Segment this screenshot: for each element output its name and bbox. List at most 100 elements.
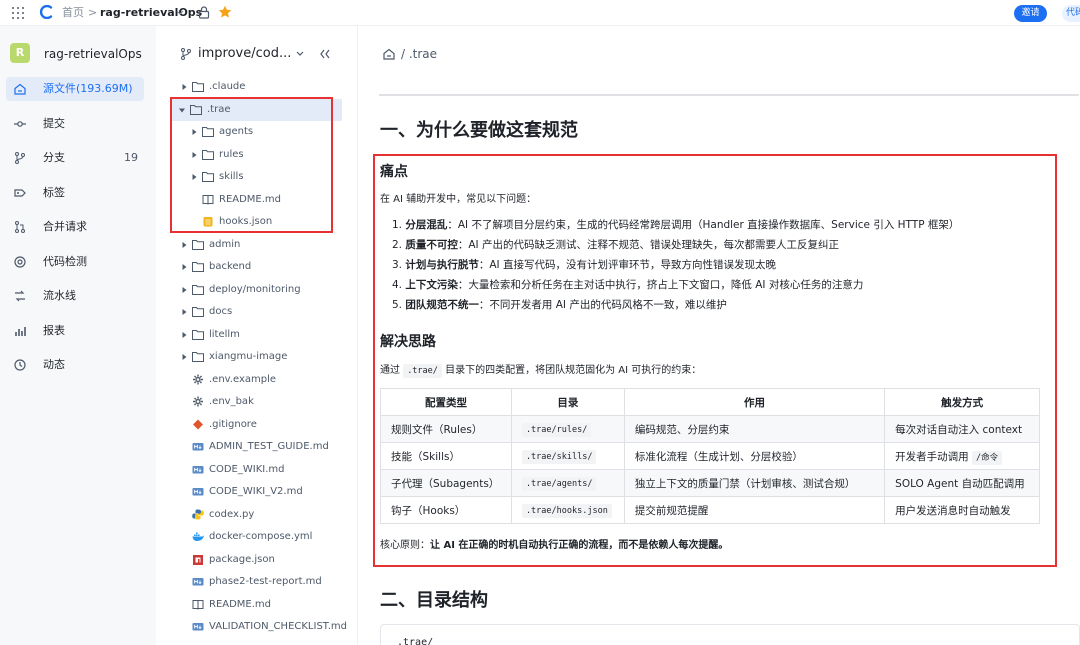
tree-folder[interactable]: xiangmu-image <box>172 346 342 368</box>
pain-item: 4. 上下文污染：大量检索和分析任务在主对话中执行，挤占上下文窗口，降低 AI … <box>392 279 864 291</box>
code-button[interactable]: 代码 <box>1062 5 1080 22</box>
merge-request-icon <box>15 221 25 233</box>
home-icon[interactable] <box>383 48 395 60</box>
tree-item-label: CODE_WIKI.md <box>209 463 285 475</box>
report-icon <box>15 327 26 336</box>
brand-logo-icon[interactable] <box>40 5 54 19</box>
project-name: rag-retrievalOps <box>44 47 142 61</box>
tree-item-label: .env.example <box>209 373 277 385</box>
chevron-down-icon <box>296 51 304 56</box>
nav-item-commits[interactable]: 提交 <box>6 112 144 136</box>
tree-folder[interactable]: docs <box>172 301 342 323</box>
tree-file[interactable]: CODE_WIKI_V2.md <box>172 481 342 503</box>
star-icon[interactable] <box>218 5 232 19</box>
git-icon <box>193 419 203 429</box>
tree-file[interactable]: .env.example <box>172 369 342 391</box>
tree-file[interactable]: hooks.json <box>172 211 342 233</box>
nav-item-code-scan[interactable]: 代码检测 <box>6 250 144 274</box>
tree-file[interactable]: README.md <box>172 189 342 211</box>
table-row: 钩子（Hooks） .trae/hooks.json 提交前规范提醒 用户发送消… <box>380 496 1040 524</box>
code-line: .trae/ <box>397 637 434 645</box>
caret-right-icon[interactable] <box>180 263 188 271</box>
caret-right-icon[interactable] <box>190 151 198 159</box>
tree-item-label: package.json <box>209 553 275 565</box>
tree-file[interactable]: ADMIN_TEST_GUIDE.md <box>172 436 342 458</box>
tree-file[interactable]: docker-compose.yml <box>172 526 342 548</box>
breadcrumb-separator: > <box>88 6 98 19</box>
table-cell: 编码规范、分层约束 <box>623 415 886 443</box>
nav-item-pipeline[interactable]: 流水线 <box>6 284 144 308</box>
tree-folder[interactable]: admin <box>172 234 342 256</box>
nav-item-label: 报表 <box>43 324 65 337</box>
breadcrumb-repo[interactable]: rag-retrievalOps <box>100 0 202 26</box>
nav-item-source-files[interactable]: 源文件(193.69M) <box>6 77 144 101</box>
chevron-down-icon[interactable] <box>176 10 184 16</box>
tree-file[interactable]: .env_bak <box>172 391 342 413</box>
tree-file[interactable]: CODE_WIKI.md <box>172 459 342 481</box>
tree-item-label: deploy/monitoring <box>209 283 301 295</box>
section-title-structure: 二、目录结构 <box>380 590 488 611</box>
apps-grid-icon[interactable] <box>12 7 24 19</box>
caret-right-icon[interactable] <box>180 353 188 361</box>
home-icon <box>14 83 26 95</box>
tree-item-label: .trae <box>207 103 231 115</box>
folder-icon <box>192 352 204 362</box>
collapse-panel-icon[interactable] <box>320 49 330 59</box>
markdown-icon <box>192 488 204 496</box>
tree-folder[interactable]: .trae <box>170 98 342 121</box>
tree-item-label: docker-compose.yml <box>209 531 313 542</box>
tree-file[interactable]: phase2-test-report.md <box>172 571 342 593</box>
tree-folder[interactable]: deploy/monitoring <box>172 279 342 301</box>
tree-item-label: admin <box>209 238 241 250</box>
markdown-icon <box>192 623 204 631</box>
tree-folder[interactable]: rules <box>172 144 342 166</box>
table-cell: 技能（Skills） <box>380 442 512 470</box>
caret-right-icon[interactable] <box>190 173 198 181</box>
nav-item-tags[interactable]: 标签 <box>6 181 144 205</box>
table-cell: 开发者手动调用 /命令 <box>884 442 1040 470</box>
table-cell: 提交前规范提醒 <box>623 496 886 524</box>
caret-right-icon[interactable] <box>180 83 188 91</box>
invite-button[interactable]: 邀请 <box>1014 5 1047 22</box>
tree-item-label: codex.py <box>209 508 255 520</box>
table-cell: 钩子（Hooks） <box>380 496 512 524</box>
tree-file[interactable]: VALIDATION_CHECKLIST.md <box>172 616 347 638</box>
python-icon <box>192 509 204 519</box>
tree-item-label: agents <box>219 126 254 137</box>
breadcrumb-home[interactable]: 首页 <box>62 0 84 26</box>
caret-right-icon[interactable] <box>180 308 188 316</box>
tree-folder[interactable]: .claude <box>172 76 342 98</box>
caret-right-icon[interactable] <box>190 128 198 136</box>
core-principle: 核心原则：让 AI 在正确的时机自动执行正确的流程，而不是依赖人每次提醒。 <box>380 540 729 551</box>
tree-folder[interactable]: skills <box>172 166 342 188</box>
table-header: 触发方式 <box>884 388 1040 416</box>
top-bar: 首页 > rag-retrievalOps 邀请 代码 <box>0 0 1080 26</box>
caret-down-icon[interactable] <box>178 106 186 114</box>
tree-item-label: hooks.json <box>219 216 273 227</box>
table-row: 技能（Skills） .trae/skills/ 标准化流程（生成计划、分层校验… <box>380 442 1040 470</box>
tree-file[interactable]: README.md <box>172 594 342 616</box>
pain-intro: 在 AI 辅助开发中，常见以下问题： <box>380 194 537 205</box>
nav-item-label: 源文件(193.69M) <box>43 82 133 95</box>
caret-right-icon[interactable] <box>180 331 188 339</box>
docker-icon <box>192 532 204 541</box>
caret-right-icon[interactable] <box>180 286 188 294</box>
markdown-icon <box>192 465 204 473</box>
tree-file[interactable]: codex.py <box>172 504 342 526</box>
tree-folder[interactable]: agents <box>172 121 342 143</box>
nav-item-label: 标签 <box>43 186 65 199</box>
nav-item-merge-requests[interactable]: 合并请求 <box>6 215 144 239</box>
tree-file[interactable]: package.json <box>172 549 342 571</box>
caret-right-icon[interactable] <box>180 241 188 249</box>
tree-file[interactable]: .gitignore <box>172 414 342 436</box>
tree-folder[interactable]: litellm <box>172 324 342 346</box>
nav-item-branches[interactable]: 分支 19 <box>6 146 144 170</box>
path-text: / .trae <box>401 47 438 61</box>
tree-folder[interactable]: backend <box>172 256 342 278</box>
nav-item-reports[interactable]: 报表 <box>6 319 144 343</box>
book-icon <box>202 194 214 205</box>
nav-item-activity[interactable]: 动态 <box>6 353 144 377</box>
gear-icon <box>193 374 203 384</box>
pain-points-title: 痛点 <box>380 164 408 180</box>
book-icon <box>192 599 204 610</box>
